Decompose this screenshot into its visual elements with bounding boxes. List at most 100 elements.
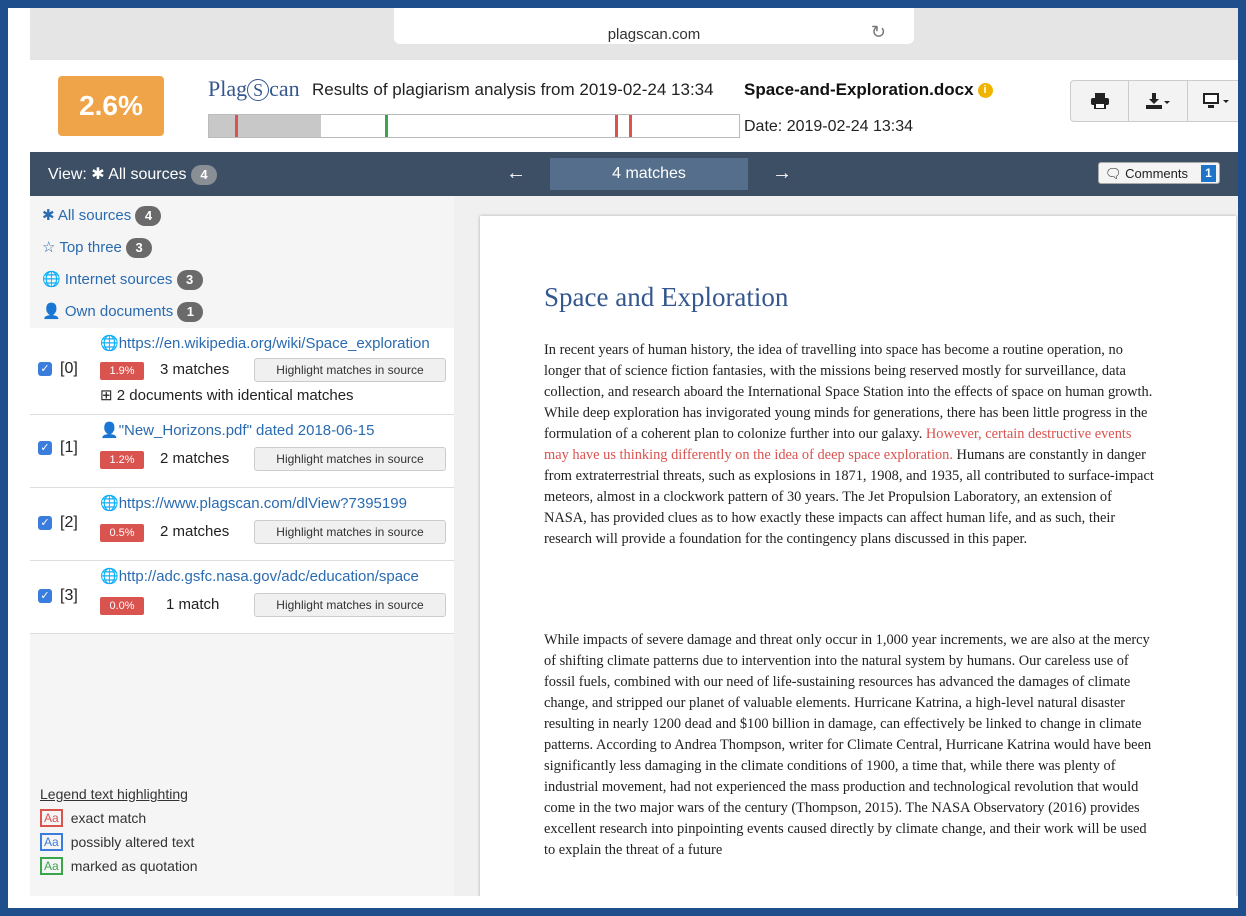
source-percentage: 0.5% [100,524,144,542]
document-paragraph: While impacts of severe damage and threa… [544,632,1152,858]
filter-count-badge: 3 [126,238,153,258]
source-percentage: 1.9% [100,362,144,380]
source-index: [0] [60,360,78,377]
identical-documents-toggle[interactable]: ⊞ 2 documents with identical matches [100,386,354,404]
bar-marker-exact[interactable] [235,115,238,137]
highlight-matches-button[interactable]: Highlight matches in source [254,358,446,382]
filter-top-three[interactable]: ☆ Top three 3 [42,238,153,258]
source-url: "New_Horizons.pdf" dated 2018-06-15 [118,422,375,439]
expand-icon: ⊞ [100,387,113,404]
comments-label: Comments [1125,166,1188,181]
document-date: Date: 2019-02-24 13:34 [744,118,914,135]
filter-internet-sources[interactable]: 🌐 Internet sources 3 [42,270,203,290]
source-checkbox[interactable]: ✓ [38,362,52,376]
url-box[interactable]: plagscan.com ↻ [394,8,914,44]
document-page: Space and Exploration In recent years of… [480,216,1236,896]
filter-label: ✱ All sources [42,207,132,224]
filter-count-badge: 4 [135,206,162,226]
previous-match-arrow-icon[interactable]: ← [506,162,526,185]
user-icon: 👤 [42,303,61,320]
filter-own-documents[interactable]: 👤 Own documents 1 [42,302,204,322]
filter-label: Internet sources [64,271,173,288]
match-counter: 4 matches [550,158,748,190]
globe-icon: 🌐 [100,335,119,352]
source-url: https://www.plagscan.com/dlView?7395199 [118,495,407,512]
legend-label: marked as quotation [70,858,198,874]
display-button[interactable] [1188,81,1238,121]
highlight-matches-button[interactable]: Highlight matches in source [254,520,446,544]
source-index: [1] [60,439,78,456]
print-icon [1090,93,1109,109]
document-viewer[interactable]: Space and Exploration In recent years of… [454,196,1238,896]
bar-marker-exact[interactable] [629,115,632,137]
source-checkbox[interactable]: ✓ [38,589,52,603]
legend-item-exact: Aa exact match [40,806,198,830]
source-link[interactable]: 🌐http://adc.gsfc.nasa.gov/adc/education/… [100,567,452,585]
view-selector[interactable]: View: ✱ All sources 4 [48,164,217,185]
source-url: https://en.wikipedia.org/wiki/Space_expl… [118,335,430,352]
filter-count-badge: 1 [177,302,204,322]
source-link[interactable]: 👤"New_Horizons.pdf" dated 2018-06-15 [100,421,452,439]
altered-text-swatch-icon: Aa [40,833,63,851]
globe-icon: 🌐 [100,568,119,585]
comment-icon: 🗨 [1105,166,1122,181]
comments-button[interactable]: 🗨 Comments 1 [1098,162,1220,184]
quotation-swatch-icon: Aa [40,857,63,875]
toolbar-buttons [1070,80,1238,122]
source-item: ✓ [1] 👤"New_Horizons.pdf" dated 2018-06-… [30,415,454,488]
source-checkbox[interactable]: ✓ [38,516,52,530]
source-link[interactable]: 🌐https://www.plagscan.com/dlView?7395199 [100,494,452,512]
source-match-count: 1 match [166,596,220,613]
view-label: View: ✱ All sources [48,166,187,183]
source-link[interactable]: 🌐https://en.wikipedia.org/wiki/Space_exp… [100,334,452,352]
bar-marker-exact[interactable] [615,115,618,137]
filter-label: ☆ Top three [42,239,122,256]
user-icon: 👤 [100,422,119,439]
info-icon[interactable]: i [977,83,993,99]
next-match-arrow-icon[interactable]: → [772,162,792,185]
identical-label: 2 documents with identical matches [116,387,354,404]
document-paragraph: In recent years of human history, the id… [544,340,1154,550]
download-button[interactable] [1129,81,1188,121]
filter-count-badge: 3 [176,270,203,290]
legend-label: possibly altered text [70,834,195,850]
view-count-badge: 4 [190,165,217,185]
source-percentage: 0.0% [100,597,144,615]
source-item: ✓ [2] 🌐https://www.plagscan.com/dlView?7… [30,488,454,561]
source-match-count: 3 matches [160,361,230,378]
legend-label: exact match [70,810,147,826]
globe-icon: 🌐 [42,271,61,288]
source-percentage: 1.2% [100,451,144,469]
print-button[interactable] [1071,81,1130,121]
match-distribution-bar[interactable] [208,114,740,138]
legend-title: Legend text highlighting [40,786,188,802]
bar-scanned-segment [209,115,321,137]
browser-bar: plagscan.com ↻ [30,8,1238,60]
reload-icon[interactable]: ↻ [871,22,886,43]
source-item: ✓ [3] 🌐http://adc.gsfc.nasa.gov/adc/educ… [30,561,454,634]
source-match-count: 2 matches [160,523,230,540]
source-checkbox[interactable]: ✓ [38,441,52,455]
highlight-matches-button[interactable]: Highlight matches in source [254,447,446,471]
document-filename: Space-and-Exploration.docx i [744,80,993,100]
monitor-icon [1203,93,1230,108]
exact-match-swatch-icon: Aa [40,809,63,827]
source-item: ✓ [0] 🌐https://en.wikipedia.org/wiki/Spa… [30,328,454,415]
source-index: [2] [60,514,78,531]
legend-item-altered: Aa possibly altered text [40,830,198,854]
filter-label: Own documents [64,303,174,320]
highlight-matches-button[interactable]: Highlight matches in source [254,593,446,617]
source-index: [3] [60,587,78,604]
report-header: 2.6% Plag Scan Results of plagiarism anal… [30,60,1238,152]
document-title: Space and Exploration [544,282,789,312]
sources-sidebar: ✱ All sources 4 ☆ Top three 3 🌐 Internet… [30,196,455,896]
plagiarism-score: 2.6% [58,76,164,136]
source-list: ✓ [0] 🌐https://en.wikipedia.org/wiki/Spa… [30,328,454,634]
url-text: plagscan.com [607,26,701,43]
navigation-bar: View: ✱ All sources 4 ← 4 matches → 🗨 Co… [30,152,1238,196]
legend-item-quotation: Aa marked as quotation [40,854,198,878]
filter-all-sources[interactable]: ✱ All sources 4 [42,206,162,226]
bar-marker-quotation[interactable] [385,115,388,137]
plagscan-logo: Plag Scan [208,76,300,101]
globe-icon: 🌐 [100,495,119,512]
